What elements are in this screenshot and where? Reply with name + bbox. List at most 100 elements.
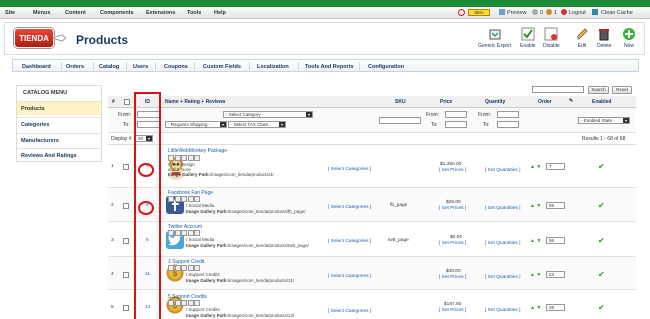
- ordering-input[interactable]: 23: [546, 271, 565, 278]
- ordering-input[interactable]: 56: [546, 237, 565, 244]
- select-categories-link[interactable]: [ Select Categories ]: [328, 167, 371, 172]
- delete-button[interactable]: Delete: [597, 27, 611, 49]
- col-order[interactable]: Order: [538, 99, 552, 105]
- select-categories-link[interactable]: [ Select Categories ]: [328, 205, 371, 210]
- col-name[interactable]: Name + Rating + Reviews: [165, 99, 226, 105]
- set-prices-link[interactable]: [ Set Prices ]: [439, 308, 466, 313]
- logout-link[interactable]: Logout: [569, 10, 586, 16]
- qty-from-input[interactable]: [497, 111, 519, 118]
- select-categories-link[interactable]: [ Select Categories ]: [328, 239, 371, 244]
- save-order-icon[interactable]: ✎: [569, 98, 573, 104]
- price-from-input[interactable]: [445, 111, 467, 118]
- col-enabled[interactable]: Enabled: [592, 99, 611, 105]
- order-up-down-arrows[interactable]: ▲ ▼: [530, 164, 541, 170]
- clean-cache-link[interactable]: Clean Cache: [601, 10, 633, 16]
- subnav-users[interactable]: Users: [133, 64, 148, 70]
- subnav-dashboard[interactable]: Dashboard: [22, 64, 51, 70]
- sidebar-item-reviews[interactable]: Reviews And Ratings: [17, 148, 101, 162]
- enabled-state-select[interactable]: - Enabled State -: [578, 117, 630, 124]
- enabled-check-icon[interactable]: ✔: [598, 163, 605, 171]
- row-checkbox[interactable]: [123, 305, 129, 311]
- tax-class-select[interactable]: - Select TAX Class -: [228, 121, 286, 128]
- menu-menus[interactable]: Menus: [33, 10, 50, 16]
- qty-to-input[interactable]: [497, 121, 519, 128]
- subnav-coupons[interactable]: Coupons: [164, 64, 188, 70]
- set-prices-link[interactable]: [ Set Prices ]: [439, 275, 466, 280]
- gallery-path-label: Image Gallery Path:: [168, 172, 211, 177]
- search-button[interactable]: Search: [588, 86, 609, 94]
- select-all-checkbox[interactable]: [124, 99, 130, 105]
- users-count[interactable]: 1: [554, 10, 557, 16]
- order-up-down-arrows[interactable]: ▲ ▼: [530, 238, 541, 244]
- new-button[interactable]: New: [622, 27, 636, 49]
- order-up-down-arrows[interactable]: ▲ ▼: [530, 203, 541, 209]
- preview-link[interactable]: Preview: [507, 10, 527, 16]
- row-checkbox[interactable]: [123, 164, 129, 170]
- enabled-check-icon[interactable]: ✔: [598, 271, 605, 279]
- shipping-select[interactable]: - Requires Shipping -: [165, 121, 227, 128]
- col-quantity[interactable]: Quantity: [485, 99, 505, 105]
- set-quantities-link[interactable]: [ Set Quantities ]: [485, 241, 520, 246]
- set-quantities-link[interactable]: [ Set Quantities ]: [485, 168, 520, 173]
- search-input[interactable]: [532, 86, 584, 93]
- table-row: 4 11 $ 1 Support Credit / Support Credit…: [108, 257, 636, 290]
- select-categories-link[interactable]: [ Select Categories ]: [328, 274, 371, 279]
- users-icon: [546, 9, 552, 15]
- rating-stars: [168, 230, 201, 236]
- set-quantities-link[interactable]: [ Set Quantities ]: [485, 308, 520, 313]
- set-prices-link[interactable]: [ Set Prices ]: [439, 241, 466, 246]
- category-select[interactable]: - Select Category -: [223, 111, 313, 118]
- subnav-custom-fields[interactable]: Custom Fields: [203, 64, 241, 70]
- menu-help[interactable]: Help: [214, 10, 226, 16]
- row-checkbox[interactable]: [123, 238, 129, 244]
- logo-badge: TIENDA: [14, 28, 54, 48]
- subnav-localization[interactable]: Localization: [257, 64, 289, 70]
- enable-button[interactable]: Enable: [520, 27, 536, 49]
- messages-count[interactable]: 0: [540, 10, 543, 16]
- ordering-input[interactable]: 26: [546, 304, 565, 311]
- set-prices-link[interactable]: [ Set Prices ]: [439, 206, 466, 211]
- select-categories-link[interactable]: [ Select Categories ]: [328, 309, 371, 314]
- ordering-input[interactable]: 7: [546, 163, 565, 170]
- subnav-configuration[interactable]: Configuration: [368, 64, 404, 70]
- ordering-input[interactable]: 56: [546, 202, 565, 209]
- order-up-down-arrows[interactable]: ▲ ▼: [530, 305, 541, 311]
- order-up-down-arrows[interactable]: ▲ ▼: [530, 272, 541, 278]
- enabled-check-icon[interactable]: ✔: [598, 237, 605, 245]
- disable-button[interactable]: Disable: [543, 27, 560, 49]
- subnav-tools-reports[interactable]: Tools And Reports: [305, 64, 354, 70]
- subnav-divider: [61, 62, 62, 70]
- set-prices-link[interactable]: [ Set Prices ]: [439, 168, 466, 173]
- logout-icon: [561, 9, 567, 15]
- sku-filter-input[interactable]: [379, 117, 421, 124]
- menu-extensions[interactable]: Extensions: [146, 10, 175, 16]
- price-to-input[interactable]: [445, 121, 467, 128]
- enabled-check-icon[interactable]: ✔: [598, 304, 605, 312]
- reset-button[interactable]: Reset: [612, 86, 632, 94]
- gallery-path-value: /images/com_tienda/products/twtt_page/: [228, 243, 309, 248]
- col-sku[interactable]: SKU: [395, 99, 406, 105]
- set-quantities-link[interactable]: [ Set Quantities ]: [485, 275, 520, 280]
- menu-tools[interactable]: Tools: [187, 10, 201, 16]
- enable-icon: [521, 27, 535, 41]
- price-from-label: From:: [426, 112, 440, 118]
- filter-row: From: To: - Select Category - - Requires…: [108, 108, 636, 133]
- enabled-check-icon[interactable]: ✔: [598, 202, 605, 210]
- menu-content[interactable]: Content: [65, 10, 86, 16]
- edit-button[interactable]: Edit: [575, 27, 589, 49]
- set-quantities-link[interactable]: [ Set Quantities ]: [485, 206, 520, 211]
- messages-icon: [532, 9, 538, 15]
- generic-export-button[interactable]: Generic Export: [478, 27, 511, 49]
- product-price: $40.00: [446, 269, 461, 274]
- sidebar-item-manufacturers[interactable]: Manufacturers: [17, 133, 101, 147]
- row-checkbox[interactable]: [123, 272, 129, 278]
- subnav-orders[interactable]: Orders: [66, 64, 84, 70]
- menu-components[interactable]: Components: [100, 10, 134, 16]
- sidebar-item-products[interactable]: Products: [17, 101, 101, 115]
- col-price[interactable]: Price: [440, 99, 452, 105]
- product-name-link[interactable]: LittleWebMonkey Package: [168, 148, 227, 154]
- subnav-catalog[interactable]: Catalog: [99, 64, 119, 70]
- sidebar-item-categories[interactable]: Categories: [17, 117, 101, 131]
- menu-site[interactable]: Site: [5, 10, 15, 16]
- row-checkbox[interactable]: [123, 203, 129, 209]
